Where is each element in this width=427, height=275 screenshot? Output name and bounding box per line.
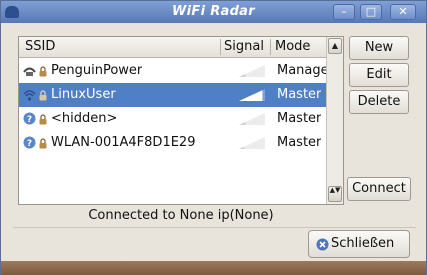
vertical-scrollbar[interactable]: ▲ ▲▼ [326, 37, 343, 204]
column-header-signal[interactable]: Signal [224, 37, 264, 57]
table-row[interactable]: LinuxUser Master [19, 83, 326, 107]
signal-level [239, 146, 245, 149]
table-row[interactable]: PenguinPower Manage [19, 59, 329, 83]
table-row[interactable]: ? WLAN-001A4F8D1E29 Master [19, 131, 326, 155]
edit-button[interactable]: Edit [349, 63, 409, 87]
divider [13, 227, 416, 228]
svg-text:?: ? [27, 115, 32, 125]
scroll-up-button[interactable]: ▲ [328, 38, 342, 54]
close-button-label: Schließen [331, 236, 395, 251]
lock-icon [39, 90, 47, 101]
scroll-up-icon: ▲ [331, 41, 339, 50]
network-rows: PenguinPower Manage LinuxUser Master ? <… [19, 59, 329, 155]
maximize-icon: □ [365, 5, 377, 18]
column-header-mode[interactable]: Mode [275, 37, 310, 57]
ssid-cell: WLAN-001A4F8D1E29 [51, 135, 196, 150]
scroll-arrows-icon: ▲▼ [329, 186, 341, 194]
signal-strength-icon [239, 65, 265, 77]
signal-strength-icon [239, 89, 265, 101]
signal-track [239, 65, 265, 77]
column-header-ssid[interactable]: SSID [25, 37, 55, 57]
lock-icon [39, 138, 47, 149]
connect-button[interactable]: Connect [347, 177, 411, 201]
desktop-background [1, 261, 426, 275]
signal-strength-icon [239, 137, 265, 149]
wireless-network-icon [23, 90, 36, 101]
scroll-down-button[interactable]: ▲▼ [328, 186, 342, 202]
ssid-cell: <hidden> [51, 111, 118, 126]
minimize-icon: – [341, 5, 347, 18]
signal-level [239, 122, 246, 125]
connection-status: Connected to None ip(None) [88, 208, 274, 223]
wired-network-icon [23, 67, 36, 76]
mode-cell: Manage [277, 63, 329, 78]
ssid-cell: LinuxUser [51, 87, 116, 102]
signal-strength-icon [239, 113, 265, 125]
column-divider [270, 39, 271, 55]
title-bar[interactable]: WiFi Radar – □ ✕ [1, 1, 426, 23]
mode-cell: Master [277, 135, 322, 150]
lock-icon [39, 114, 47, 125]
table-row[interactable]: ? <hidden> Master [19, 107, 326, 131]
new-button[interactable]: New [349, 36, 409, 60]
ssid-cell: PenguinPower [51, 63, 143, 78]
wifi-radar-window: WiFi Radar – □ ✕ SSID Signal Mode Pengui… [0, 0, 427, 275]
column-divider [220, 39, 221, 55]
signal-track [239, 113, 265, 125]
mode-cell: Master [277, 87, 322, 102]
mode-cell: Master [277, 111, 322, 126]
signal-track [239, 137, 265, 149]
minimize-button[interactable]: – [333, 4, 355, 20]
close-circle-icon [316, 238, 329, 251]
signal-level [239, 74, 246, 77]
list-header: SSID Signal Mode [19, 37, 326, 58]
close-window-button[interactable]: ✕ [390, 4, 416, 20]
delete-button[interactable]: Delete [349, 90, 409, 114]
question-icon: ? [23, 112, 36, 125]
lock-icon [39, 66, 47, 77]
maximize-button[interactable]: □ [360, 4, 382, 20]
close-icon: ✕ [398, 5, 408, 18]
question-icon: ? [23, 136, 36, 149]
svg-text:?: ? [27, 139, 32, 149]
network-list[interactable]: SSID Signal Mode PenguinPower Manage Lin… [18, 36, 344, 205]
close-button[interactable]: Schließen [308, 230, 410, 258]
signal-level [239, 90, 263, 101]
